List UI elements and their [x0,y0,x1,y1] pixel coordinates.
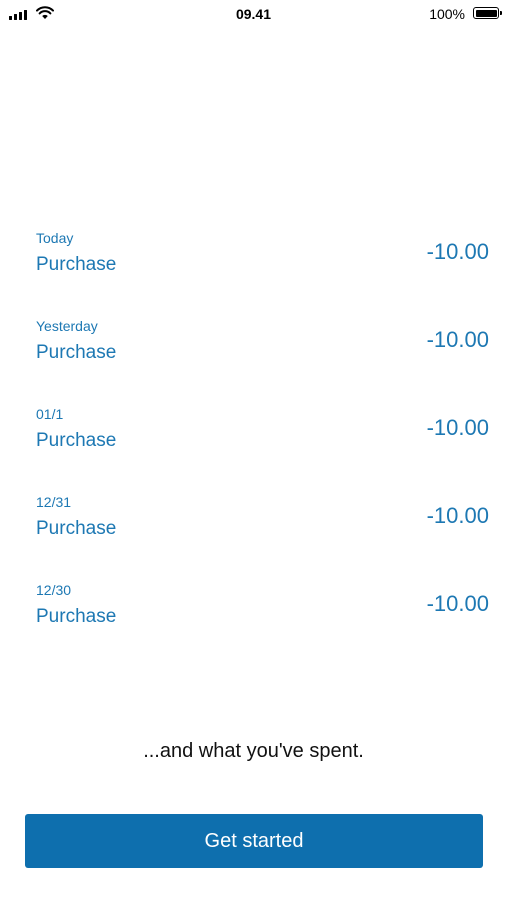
battery-percentage: 100% [429,6,465,22]
onboarding-caption: ...and what you've spent. [143,740,364,762]
transaction-date: 01/1 [36,406,64,422]
transaction-amount: -10.00 [426,591,489,616]
transaction-date: 12/31 [36,494,72,510]
transaction-label: Purchase [36,254,117,275]
transaction-row: 12/31 Purchase -10.00 [0,490,507,578]
transaction-amount: -10.00 [426,503,489,528]
battery-icon [473,7,502,19]
transaction-row: Yesterday Purchase -10.00 [0,314,507,402]
transaction-amount: -10.00 [426,415,489,440]
status-bar: 09.41 100% [0,0,507,30]
transaction-label: Purchase [36,430,117,451]
transaction-row: 01/1 Purchase -10.00 [0,402,507,490]
transaction-amount: -10.00 [426,239,489,264]
transaction-row: Today Purchase -10.00 [0,226,507,314]
transaction-list: Today Purchase -10.00 Yesterday Purchase… [0,226,507,666]
transaction-date: Today [36,230,74,246]
transaction-amount: -10.00 [426,327,489,352]
transaction-label: Purchase [36,342,117,363]
transaction-date: 12/30 [36,582,72,598]
transaction-label: Purchase [36,518,117,539]
transaction-row: 12/30 Purchase -10.00 [0,578,507,666]
transaction-label: Purchase [36,606,117,627]
transaction-date: Yesterday [36,318,98,334]
get-started-button[interactable]: Get started [25,814,483,868]
